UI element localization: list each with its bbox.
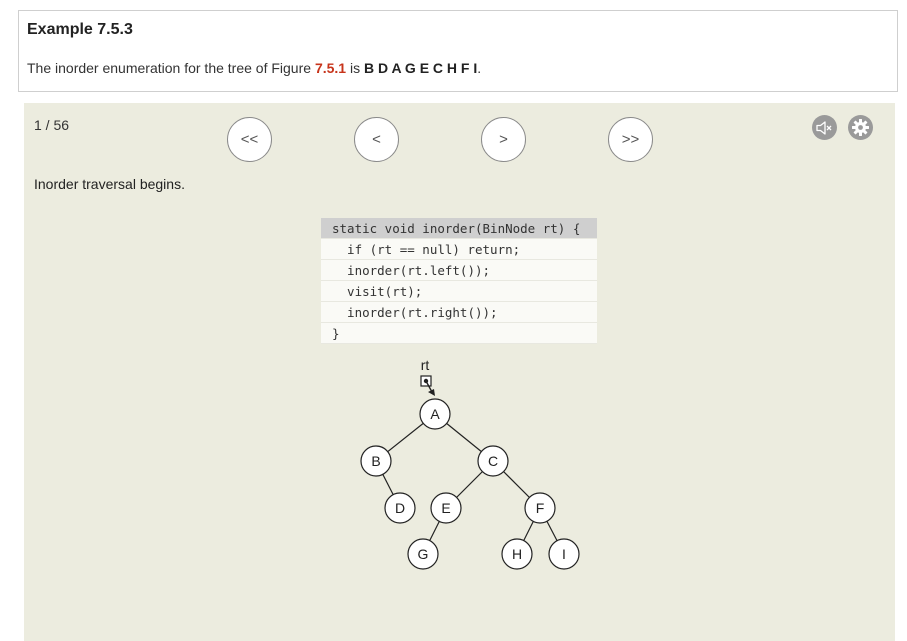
example-text-after: . bbox=[477, 60, 482, 76]
binary-tree: rt A B C D E F G H I bbox=[360, 357, 580, 570]
pointer-label: rt bbox=[421, 357, 430, 373]
tree-node-g: G bbox=[407, 538, 439, 570]
node-label: A bbox=[430, 406, 440, 422]
tree-node-h: H bbox=[501, 538, 533, 570]
example-text-middle: is bbox=[346, 60, 364, 76]
node-label: G bbox=[418, 546, 429, 562]
node-label: I bbox=[562, 546, 566, 562]
pointer-arrow bbox=[420, 375, 435, 396]
example-text-before: The inorder enumeration for the tree of … bbox=[27, 60, 315, 76]
example-text: The inorder enumeration for the tree of … bbox=[27, 60, 481, 76]
node-label: C bbox=[488, 453, 498, 469]
visualization-panel: 1 / 56 << < > >> Inorder traversal begin… bbox=[24, 103, 895, 641]
tree-node-c: C bbox=[477, 445, 509, 477]
node-label: E bbox=[441, 500, 450, 516]
example-box: Example 7.5.3 The inorder enumeration fo… bbox=[18, 10, 898, 92]
tree-node-a: A bbox=[419, 398, 451, 430]
tree-node-e: E bbox=[430, 492, 462, 524]
tree-node-f: F bbox=[524, 492, 556, 524]
figure-link[interactable]: 7.5.1 bbox=[315, 60, 346, 76]
inorder-sequence: B D A G E C H F I bbox=[363, 60, 478, 76]
node-label: B bbox=[371, 453, 380, 469]
tree-node-d: D bbox=[384, 492, 416, 524]
example-title: Example 7.5.3 bbox=[27, 21, 133, 38]
tree-node-b: B bbox=[360, 445, 392, 477]
node-label: D bbox=[395, 500, 405, 516]
tree-edges bbox=[375, 413, 565, 555]
node-label: F bbox=[536, 500, 545, 516]
node-label: H bbox=[512, 546, 522, 562]
tree-node-i: I bbox=[548, 538, 580, 570]
